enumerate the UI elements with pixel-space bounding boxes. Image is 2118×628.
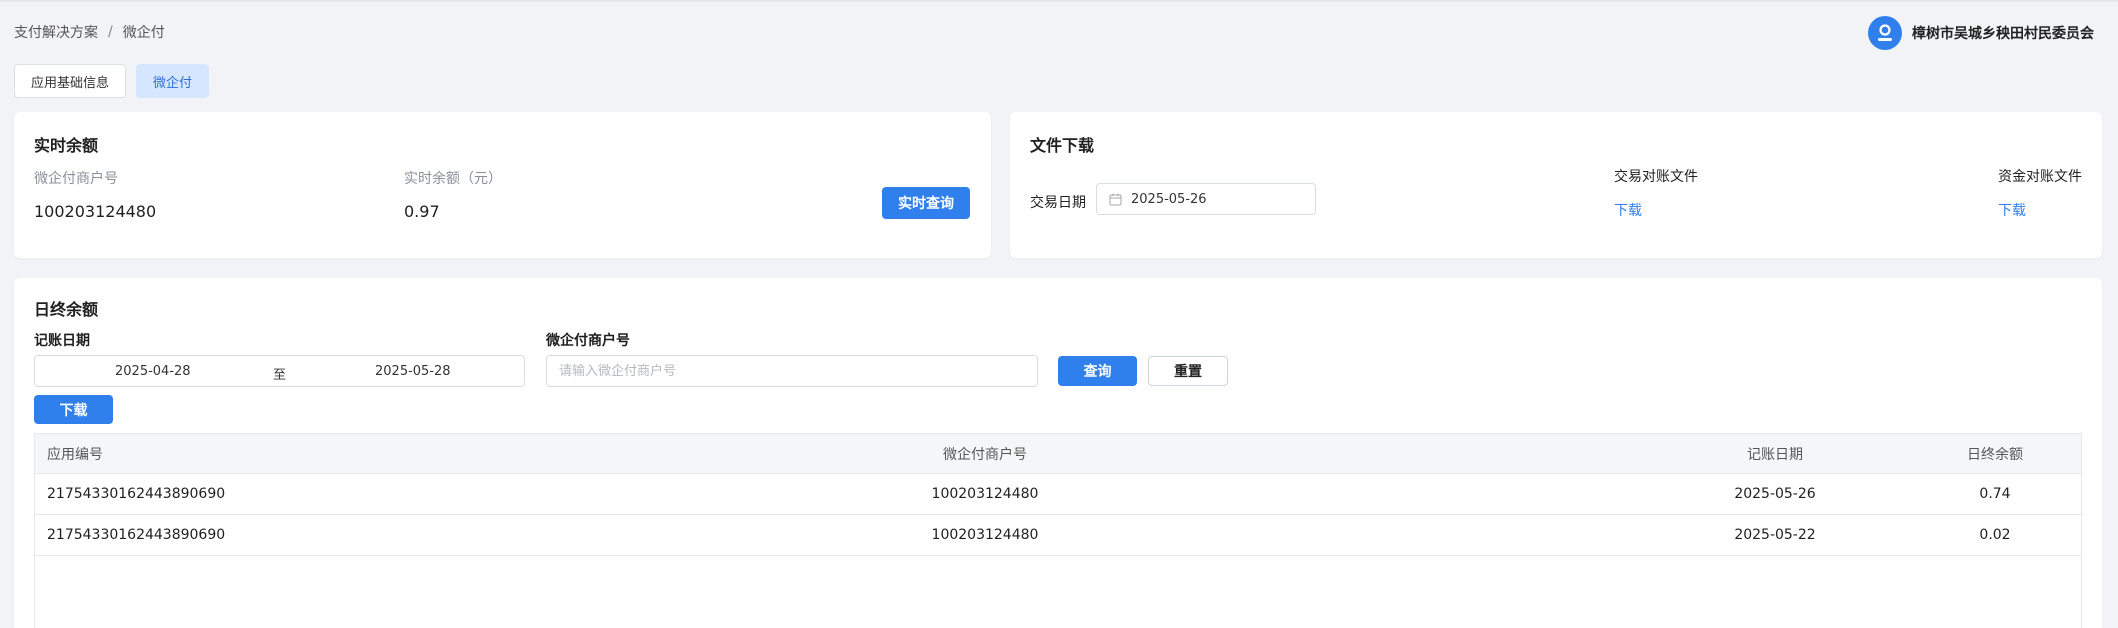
breadcrumb-current: 微企付 [122, 25, 165, 41]
date-range-separator: 至 [273, 368, 287, 383]
user-icon [1878, 24, 1892, 41]
trade-file-download-link[interactable]: 下载 [1614, 200, 1642, 220]
user-menu[interactable]: 樟树市吴城乡秧田村民委员会 [1868, 16, 2094, 50]
daily-balance-card: 日终余额 记账日期 2025-04-28 至 2025-05-28 微企付商户号… [14, 278, 2102, 628]
table-row: 21754330162443890690 100203124480 2025-0… [35, 474, 2081, 515]
user-name[interactable]: 樟树市吴城乡秧田村民委员会 [1912, 23, 2094, 43]
booking-date-range-picker[interactable]: 2025-04-28 至 2025-05-28 [34, 355, 525, 387]
avatar[interactable] [1868, 16, 1902, 50]
realtime-balance-title: 实时余额 [34, 136, 99, 155]
breadcrumb-separator: / [108, 24, 113, 40]
date-range-start[interactable]: 2025-04-28 [115, 364, 191, 379]
tab-bar: 应用基础信息 微企付 [14, 64, 210, 98]
breadcrumb-parent[interactable]: 支付解决方案 [14, 22, 98, 42]
trade-date-picker[interactable]: 2025-05-26 [1096, 183, 1316, 215]
cell-daily-balance: 0.74 [1979, 486, 2011, 502]
tab-weiqifu[interactable]: 微企付 [136, 64, 210, 98]
cell-booking-date: 2025-05-22 [1734, 527, 1816, 543]
daily-balance-table: 应用编号 微企付商户号 记账日期 日终余额 217543301624438906… [34, 433, 2082, 628]
table-header: 应用编号 微企付商户号 记账日期 日终余额 [35, 434, 2081, 474]
booking-date-label: 记账日期 [34, 333, 90, 349]
column-header-booking-date: 记账日期 [1747, 447, 1803, 463]
merchant-no-input[interactable] [546, 355, 1038, 387]
realtime-balance-label: 实时余额（元） [404, 171, 502, 187]
daily-merchant-label: 微企付商户号 [546, 333, 630, 349]
file-download-card: 文件下载 交易日期 2025-05-26 交易对账文件 下载 资金对账文件 下载 [1010, 112, 2102, 258]
cell-app-id: 21754330162443890690 [47, 527, 226, 543]
query-button[interactable]: 查询 [1058, 356, 1137, 386]
cell-merchant-no: 100203124480 [931, 486, 1039, 502]
download-button[interactable]: 下载 [34, 395, 113, 424]
trade-date-value: 2025-05-26 [1131, 191, 1207, 207]
cell-booking-date: 2025-05-26 [1734, 486, 1816, 502]
column-header-daily-balance: 日终余额 [1967, 447, 2023, 463]
top-bar: 支付解决方案 / 微企付 樟树市吴城乡秧田村民委员会 [0, 2, 2118, 62]
cell-daily-balance: 0.02 [1979, 527, 2011, 543]
merchant-no-label: 微企付商户号 [34, 171, 118, 187]
cell-app-id: 21754330162443890690 [47, 486, 226, 502]
date-range-end[interactable]: 2025-05-28 [375, 364, 451, 379]
file-download-title: 文件下载 [1030, 136, 1095, 155]
reset-button[interactable]: 重置 [1148, 356, 1228, 386]
trade-date-label: 交易日期 [1030, 195, 1086, 211]
tab-app-basic-info[interactable]: 应用基础信息 [14, 64, 127, 98]
daily-balance-title: 日终余额 [34, 300, 99, 319]
fund-file-label: 资金对账文件 [1998, 169, 2082, 185]
breadcrumb: 支付解决方案 / 微企付 [14, 22, 165, 42]
cell-merchant-no: 100203124480 [931, 527, 1039, 543]
table-row: 21754330162443890690 100203124480 2025-0… [35, 515, 2081, 556]
realtime-balance-value: 0.97 [404, 202, 440, 221]
realtime-balance-card: 实时余额 微企付商户号 100203124480 实时余额（元） 0.97 实时… [14, 112, 991, 258]
trade-file-label: 交易对账文件 [1614, 169, 1698, 185]
realtime-query-button[interactable]: 实时查询 [882, 187, 970, 219]
merchant-no-value: 100203124480 [34, 202, 157, 221]
calendar-icon [1109, 193, 1122, 205]
column-header-app-id: 应用编号 [47, 447, 103, 463]
fund-file-download-link[interactable]: 下载 [1998, 200, 2026, 220]
column-header-merchant-no: 微企付商户号 [943, 447, 1027, 463]
